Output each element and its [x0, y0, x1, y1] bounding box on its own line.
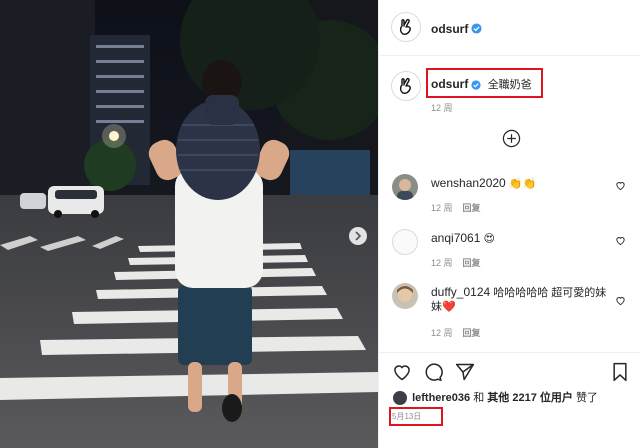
load-more-comments-button[interactable] [502, 129, 521, 153]
caption-text: 全職奶爸 [487, 79, 532, 91]
bookmark-icon[interactable] [611, 362, 629, 382]
caption-username[interactable]: odsurf [431, 77, 468, 91]
comment-meta: 12 周回复 [431, 323, 481, 341]
caption-author-avatar[interactable] [391, 71, 421, 101]
post-header: odsurf [379, 0, 641, 56]
comment-time: 12 周 [431, 328, 453, 338]
caption-time: 12 周 [431, 103, 453, 113]
post-actions-section: lefthere036 和 其他 2217 位用户 赞了 5月13日 [379, 352, 641, 448]
street-scene-image [0, 0, 378, 448]
commenter-avatar[interactable] [392, 283, 418, 309]
hand-logo-icon [399, 77, 411, 94]
hand-logo-icon [399, 18, 411, 35]
reply-button[interactable]: 回复 [463, 203, 481, 213]
header-author[interactable]: odsurf [431, 20, 482, 38]
heart-icon[interactable] [392, 362, 412, 382]
heart-icon[interactable] [615, 235, 626, 246]
author-username[interactable]: odsurf [431, 22, 468, 36]
caption: odsurf 全職奶爸 [431, 76, 532, 92]
likes-and-text: 和 [473, 392, 485, 404]
comment-time: 12 周 [431, 203, 453, 213]
comment-meta: 12 周回复 [431, 198, 481, 216]
commenter-avatar[interactable] [392, 229, 418, 255]
avatar-image [392, 283, 418, 309]
post-photo [0, 0, 378, 448]
likes-suffix-text: 赞了 [575, 392, 598, 404]
post-side-panel: odsurf odsurf 全職奶爸 12 周 wenshan2020 👏👏 1… [378, 0, 641, 448]
comment-time: 12 周 [431, 258, 453, 268]
other-likers-link[interactable]: 其他 2217 位用户 [487, 392, 573, 404]
liker-avatar[interactable] [393, 391, 407, 406]
comment-meta: 12 周回复 [431, 253, 481, 271]
post-date[interactable]: 5月13日 [392, 411, 421, 422]
reply-button[interactable]: 回复 [463, 328, 481, 338]
likes-summary: lefthere036 和 其他 2217 位用户 赞了 [393, 389, 598, 406]
author-avatar[interactable] [391, 12, 421, 42]
comment-username[interactable]: anqi7061 [431, 231, 480, 245]
comment-text: 😍 [483, 233, 495, 245]
add-circle-icon [502, 129, 521, 148]
chevron-right-icon [355, 231, 362, 241]
heart-icon[interactable] [615, 295, 626, 306]
avatar-image [392, 174, 418, 200]
heart-icon[interactable] [615, 180, 626, 191]
first-liker-username[interactable]: lefthere036 [412, 392, 470, 404]
reply-button[interactable]: 回复 [463, 258, 481, 268]
comment-body: wenshan2020 👏👏 [431, 176, 611, 191]
verified-icon [471, 80, 481, 90]
comment-icon[interactable] [423, 362, 443, 382]
commenter-avatar[interactable] [392, 174, 418, 200]
comment-body: duffy_0124 哈哈哈哈哈 超可愛的妹妹❤️ [431, 285, 611, 314]
comment-text: 👏👏 [508, 178, 537, 190]
comment-username[interactable]: duffy_0124 [431, 285, 490, 299]
comment-username[interactable]: wenshan2020 [431, 176, 506, 190]
comment-body: anqi7061 😍 [431, 231, 611, 246]
verified-icon [471, 23, 482, 34]
carousel-next-button[interactable] [349, 227, 367, 245]
share-icon[interactable] [455, 362, 475, 382]
